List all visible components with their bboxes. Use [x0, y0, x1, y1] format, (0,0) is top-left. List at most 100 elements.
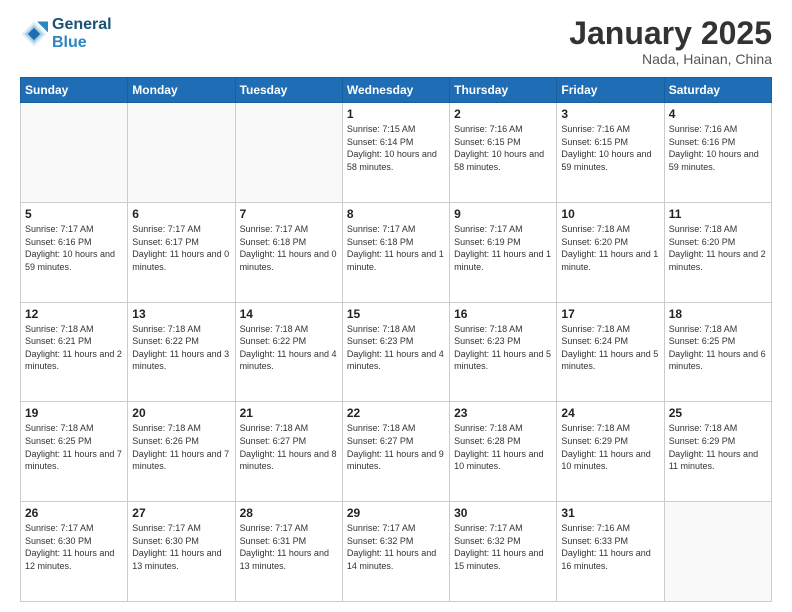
day-number: 14 [240, 307, 338, 321]
day-number: 4 [669, 107, 767, 121]
day-info: Sunrise: 7:18 AM Sunset: 6:23 PM Dayligh… [347, 323, 445, 373]
day-number: 10 [561, 207, 659, 221]
table-row: 9 Sunrise: 7:17 AM Sunset: 6:19 PM Daylig… [450, 202, 557, 302]
logo-icon [20, 20, 48, 48]
table-row [128, 103, 235, 203]
day-number: 5 [25, 207, 123, 221]
header: General Blue January 2025 Nada, Hainan, … [20, 16, 772, 67]
day-number: 18 [669, 307, 767, 321]
table-row: 12 Sunrise: 7:18 AM Sunset: 6:21 PM Dayli… [21, 302, 128, 402]
day-number: 20 [132, 406, 230, 420]
day-info: Sunrise: 7:18 AM Sunset: 6:24 PM Dayligh… [561, 323, 659, 373]
day-info: Sunrise: 7:17 AM Sunset: 6:31 PM Dayligh… [240, 522, 338, 572]
day-info: Sunrise: 7:18 AM Sunset: 6:27 PM Dayligh… [347, 422, 445, 472]
day-number: 12 [25, 307, 123, 321]
table-row [21, 103, 128, 203]
day-number: 19 [25, 406, 123, 420]
table-row: 7 Sunrise: 7:17 AM Sunset: 6:18 PM Daylig… [235, 202, 342, 302]
day-info: Sunrise: 7:17 AM Sunset: 6:19 PM Dayligh… [454, 223, 552, 273]
table-row: 17 Sunrise: 7:18 AM Sunset: 6:24 PM Dayli… [557, 302, 664, 402]
day-number: 7 [240, 207, 338, 221]
logo: General Blue [20, 16, 112, 51]
day-info: Sunrise: 7:17 AM Sunset: 6:18 PM Dayligh… [240, 223, 338, 273]
table-row: 1 Sunrise: 7:15 AM Sunset: 6:14 PM Daylig… [342, 103, 449, 203]
day-info: Sunrise: 7:17 AM Sunset: 6:30 PM Dayligh… [25, 522, 123, 572]
header-monday: Monday [128, 78, 235, 103]
calendar-week-row: 26Sunrise: 7:17 AM Sunset: 6:30 PM Dayli… [21, 502, 772, 602]
day-number: 28 [240, 506, 338, 520]
calendar-week-row: 12 Sunrise: 7:18 AM Sunset: 6:21 PM Dayli… [21, 302, 772, 402]
table-row: 3 Sunrise: 7:16 AM Sunset: 6:15 PM Daylig… [557, 103, 664, 203]
table-row: 25Sunrise: 7:18 AM Sunset: 6:29 PM Dayli… [664, 402, 771, 502]
day-info: Sunrise: 7:18 AM Sunset: 6:22 PM Dayligh… [132, 323, 230, 373]
day-number: 1 [347, 107, 445, 121]
calendar-title: January 2025 [569, 16, 772, 51]
day-info: Sunrise: 7:18 AM Sunset: 6:20 PM Dayligh… [669, 223, 767, 273]
table-row: 28 Sunrise: 7:17 AM Sunset: 6:31 PM Dayli… [235, 502, 342, 602]
table-row: 29Sunrise: 7:17 AM Sunset: 6:32 PM Dayli… [342, 502, 449, 602]
table-row: 23 Sunrise: 7:18 AM Sunset: 6:28 PM Dayli… [450, 402, 557, 502]
table-row: 20 Sunrise: 7:18 AM Sunset: 6:26 PM Dayli… [128, 402, 235, 502]
table-row: 26Sunrise: 7:17 AM Sunset: 6:30 PM Dayli… [21, 502, 128, 602]
calendar-week-row: 1 Sunrise: 7:15 AM Sunset: 6:14 PM Daylig… [21, 103, 772, 203]
table-row: 16 Sunrise: 7:18 AM Sunset: 6:23 PM Dayli… [450, 302, 557, 402]
day-info: Sunrise: 7:18 AM Sunset: 6:26 PM Dayligh… [132, 422, 230, 472]
table-row: 10 Sunrise: 7:18 AM Sunset: 6:20 PM Dayli… [557, 202, 664, 302]
table-row: 30Sunrise: 7:17 AM Sunset: 6:32 PM Dayli… [450, 502, 557, 602]
day-info: Sunrise: 7:16 AM Sunset: 6:15 PM Dayligh… [454, 123, 552, 173]
table-row: 22 Sunrise: 7:18 AM Sunset: 6:27 PM Dayli… [342, 402, 449, 502]
table-row: 6 Sunrise: 7:17 AM Sunset: 6:17 PM Daylig… [128, 202, 235, 302]
day-info: Sunrise: 7:16 AM Sunset: 6:33 PM Dayligh… [561, 522, 659, 572]
table-row: 21Sunrise: 7:18 AM Sunset: 6:27 PM Dayli… [235, 402, 342, 502]
table-row: 2 Sunrise: 7:16 AM Sunset: 6:15 PM Daylig… [450, 103, 557, 203]
day-number: 27 [132, 506, 230, 520]
calendar-subtitle: Nada, Hainan, China [569, 51, 772, 67]
day-number: 29 [347, 506, 445, 520]
day-number: 23 [454, 406, 552, 420]
day-info: Sunrise: 7:17 AM Sunset: 6:17 PM Dayligh… [132, 223, 230, 273]
table-row [664, 502, 771, 602]
day-info: Sunrise: 7:17 AM Sunset: 6:32 PM Dayligh… [454, 522, 552, 572]
logo-text: General Blue [52, 16, 112, 51]
day-info: Sunrise: 7:18 AM Sunset: 6:25 PM Dayligh… [25, 422, 123, 472]
day-number: 16 [454, 307, 552, 321]
day-info: Sunrise: 7:18 AM Sunset: 6:21 PM Dayligh… [25, 323, 123, 373]
header-friday: Friday [557, 78, 664, 103]
day-number: 3 [561, 107, 659, 121]
title-block: January 2025 Nada, Hainan, China [569, 16, 772, 67]
table-row: 18 Sunrise: 7:18 AM Sunset: 6:25 PM Dayli… [664, 302, 771, 402]
day-info: Sunrise: 7:18 AM Sunset: 6:22 PM Dayligh… [240, 323, 338, 373]
day-info: Sunrise: 7:15 AM Sunset: 6:14 PM Dayligh… [347, 123, 445, 173]
day-number: 22 [347, 406, 445, 420]
day-number: 31 [561, 506, 659, 520]
day-info: Sunrise: 7:18 AM Sunset: 6:27 PM Dayligh… [240, 422, 338, 472]
header-saturday: Saturday [664, 78, 771, 103]
table-row [235, 103, 342, 203]
calendar-week-row: 19 Sunrise: 7:18 AM Sunset: 6:25 PM Dayli… [21, 402, 772, 502]
header-thursday: Thursday [450, 78, 557, 103]
day-info: Sunrise: 7:18 AM Sunset: 6:23 PM Dayligh… [454, 323, 552, 373]
table-row: 5Sunrise: 7:17 AM Sunset: 6:16 PM Daylig… [21, 202, 128, 302]
day-info: Sunrise: 7:17 AM Sunset: 6:18 PM Dayligh… [347, 223, 445, 273]
day-number: 2 [454, 107, 552, 121]
day-info: Sunrise: 7:18 AM Sunset: 6:28 PM Dayligh… [454, 422, 552, 472]
day-number: 9 [454, 207, 552, 221]
day-info: Sunrise: 7:18 AM Sunset: 6:29 PM Dayligh… [669, 422, 767, 472]
calendar-header-row: Sunday Monday Tuesday Wednesday Thursday… [21, 78, 772, 103]
table-row: 13Sunrise: 7:18 AM Sunset: 6:22 PM Dayli… [128, 302, 235, 402]
header-sunday: Sunday [21, 78, 128, 103]
day-info: Sunrise: 7:18 AM Sunset: 6:25 PM Dayligh… [669, 323, 767, 373]
header-wednesday: Wednesday [342, 78, 449, 103]
table-row: 8 Sunrise: 7:17 AM Sunset: 6:18 PM Daylig… [342, 202, 449, 302]
day-number: 8 [347, 207, 445, 221]
day-info: Sunrise: 7:18 AM Sunset: 6:29 PM Dayligh… [561, 422, 659, 472]
day-number: 24 [561, 406, 659, 420]
day-info: Sunrise: 7:18 AM Sunset: 6:20 PM Dayligh… [561, 223, 659, 273]
day-number: 11 [669, 207, 767, 221]
day-info: Sunrise: 7:16 AM Sunset: 6:15 PM Dayligh… [561, 123, 659, 173]
day-number: 6 [132, 207, 230, 221]
day-info: Sunrise: 7:17 AM Sunset: 6:30 PM Dayligh… [132, 522, 230, 572]
header-tuesday: Tuesday [235, 78, 342, 103]
day-number: 17 [561, 307, 659, 321]
calendar-table: Sunday Monday Tuesday Wednesday Thursday… [20, 77, 772, 602]
